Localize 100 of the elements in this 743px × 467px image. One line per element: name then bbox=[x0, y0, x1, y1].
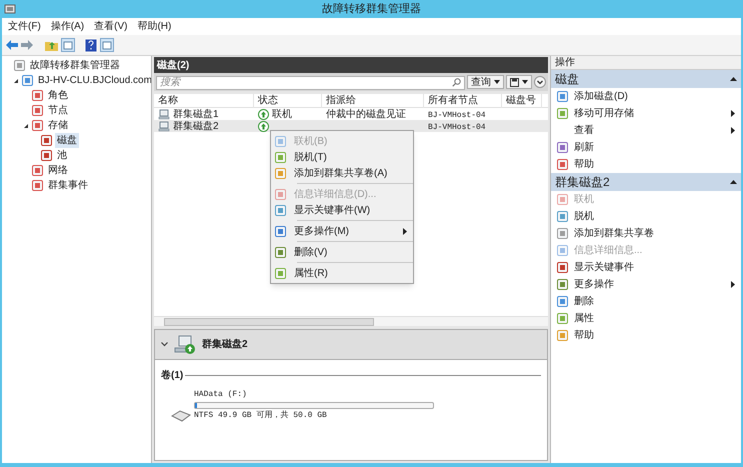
tree-node-icon bbox=[41, 135, 52, 146]
tree-node-icon bbox=[32, 180, 43, 191]
search-field[interactable]: 搜索 bbox=[156, 76, 465, 90]
context-menu-item[interactable]: 脱机(T) bbox=[271, 149, 413, 165]
action-icon bbox=[557, 211, 568, 222]
collapse-icon[interactable] bbox=[161, 342, 168, 347]
table-cell-text: 联机 bbox=[272, 108, 292, 122]
action-icon bbox=[557, 245, 568, 256]
action-icon bbox=[557, 194, 568, 205]
menu-item-icon bbox=[275, 246, 286, 258]
actions-header: 操作 bbox=[551, 56, 741, 70]
tree-item[interactable]: 节点 bbox=[46, 103, 70, 118]
action-item[interactable]: 帮助 bbox=[551, 156, 741, 173]
action-icon bbox=[557, 279, 568, 290]
tree-node-icon bbox=[22, 75, 33, 86]
menu-item[interactable]: 文件(F) bbox=[8, 19, 41, 34]
window-title: 故障转移群集管理器 bbox=[321, 2, 422, 17]
action-icon bbox=[557, 296, 568, 307]
back-icon[interactable] bbox=[6, 40, 18, 50]
table-cell-text: 群集磁盘2 bbox=[173, 120, 219, 134]
tree-node-icon bbox=[32, 120, 43, 131]
query-button[interactable]: 查询 bbox=[467, 75, 504, 89]
context-menu-item[interactable]: 属性(R) bbox=[271, 265, 413, 281]
action-section-header[interactable]: 磁盘 bbox=[551, 70, 741, 88]
action-section-header[interactable]: 群集磁盘2 bbox=[551, 173, 741, 191]
tree-item[interactable]: 群集事件 bbox=[46, 178, 90, 193]
action-item[interactable]: 添加磁盘(D) bbox=[551, 88, 741, 105]
table-cell: BJ-VMHost-04 bbox=[428, 110, 486, 120]
action-item[interactable]: 查看 bbox=[551, 122, 741, 139]
console-tree-icon[interactable] bbox=[61, 38, 75, 52]
expanded-arrow-icon[interactable] bbox=[13, 78, 19, 84]
action-icon bbox=[557, 330, 568, 341]
context-menu-item[interactable]: 添加到群集共享卷(A) bbox=[271, 165, 413, 181]
menu-item-icon bbox=[275, 136, 286, 146]
dropdown-icon bbox=[522, 80, 528, 84]
tree-node-icon bbox=[41, 150, 52, 161]
menu-item[interactable]: 操作(A) bbox=[50, 19, 84, 34]
pane-header: 磁盘(2) bbox=[154, 57, 548, 73]
action-icon bbox=[557, 228, 568, 239]
menu-item-icon bbox=[275, 268, 286, 278]
menu-item-icon bbox=[275, 168, 286, 178]
tree-item[interactable]: BJ-HV-CLU.BJCloud.com bbox=[36, 73, 151, 88]
tree-item[interactable]: 网络 bbox=[46, 163, 70, 178]
action-pane-icon[interactable] bbox=[100, 38, 114, 52]
menu-item-icon bbox=[275, 204, 286, 216]
action-item[interactable]: 刷新 bbox=[551, 139, 741, 156]
context-menu-item[interactable]: 更多操作(M) bbox=[271, 223, 413, 239]
volume-name: HAData (F:) bbox=[194, 389, 248, 401]
details-title: 群集磁盘2 bbox=[202, 338, 248, 352]
section-heading: 卷(1) bbox=[161, 368, 184, 383]
expanded-arrow-icon[interactable] bbox=[22, 122, 28, 128]
disk-icon bbox=[158, 120, 170, 132]
tree-item[interactable]: 角色 bbox=[46, 88, 70, 103]
context-menu-item[interactable]: 显示关键事件(W) bbox=[271, 202, 413, 218]
action-icon bbox=[557, 91, 568, 102]
scrollbar-thumb[interactable] bbox=[164, 318, 374, 326]
action-icon bbox=[557, 262, 568, 273]
action-item[interactable]: 删除 bbox=[551, 293, 741, 310]
action-icon bbox=[557, 313, 568, 324]
tree-item[interactable]: 存储 bbox=[46, 118, 70, 133]
tree-node-icon bbox=[32, 165, 43, 176]
save-query-button[interactable] bbox=[506, 75, 532, 89]
action-icon bbox=[557, 142, 568, 153]
online-icon bbox=[258, 108, 269, 120]
action-icon bbox=[557, 108, 568, 119]
search-icon bbox=[452, 78, 461, 87]
table-cell: BJ-VMHost-04 bbox=[428, 122, 486, 132]
menu-item-icon bbox=[275, 226, 286, 236]
table-cell: 仲裁中的磁盘见证 bbox=[326, 108, 406, 120]
tree-node-icon bbox=[14, 60, 25, 71]
tree-node-icon bbox=[32, 90, 43, 101]
menu-item-icon bbox=[275, 188, 286, 200]
context-menu-item[interactable]: 删除(V) bbox=[271, 244, 413, 260]
action-item[interactable]: 添加到群集共享卷 bbox=[551, 225, 741, 242]
drive-icon bbox=[171, 410, 191, 422]
tree-item[interactable]: 故障转移群集管理器 bbox=[28, 58, 122, 73]
action-item[interactable]: 显示关键事件 bbox=[551, 259, 741, 276]
menu-item-icon bbox=[275, 152, 286, 162]
action-item[interactable]: 帮助 bbox=[551, 327, 741, 344]
action-item[interactable]: 移动可用存储 bbox=[551, 105, 741, 122]
menu-item[interactable]: 帮助(H) bbox=[137, 19, 172, 34]
table-cell-text: 群集磁盘1 bbox=[173, 108, 219, 121]
expand-icon[interactable] bbox=[534, 76, 546, 88]
tree-node-icon bbox=[32, 105, 43, 116]
tree-item[interactable]: 磁盘 bbox=[55, 133, 79, 148]
action-icon bbox=[557, 159, 568, 170]
action-item[interactable]: 脱机 bbox=[551, 208, 741, 225]
table-row[interactable]: 群集磁盘2 BJ-VMHost-04 bbox=[154, 120, 548, 132]
online-icon bbox=[258, 120, 269, 132]
action-item[interactable]: 更多操作 bbox=[551, 276, 741, 293]
volume-info: NTFS 49.9 GB 可用，共 50.0 GB bbox=[194, 410, 328, 422]
menu-item[interactable]: 查看(V) bbox=[94, 19, 128, 34]
dropdown-icon bbox=[494, 80, 500, 84]
forward-icon[interactable] bbox=[21, 40, 33, 50]
app-icon bbox=[4, 3, 16, 15]
folder-up-icon[interactable] bbox=[45, 39, 58, 51]
action-item[interactable]: 属性 bbox=[551, 310, 741, 327]
help-icon[interactable] bbox=[85, 38, 97, 52]
disk-online-icon bbox=[174, 334, 196, 354]
tree-item[interactable]: 池 bbox=[55, 148, 69, 163]
